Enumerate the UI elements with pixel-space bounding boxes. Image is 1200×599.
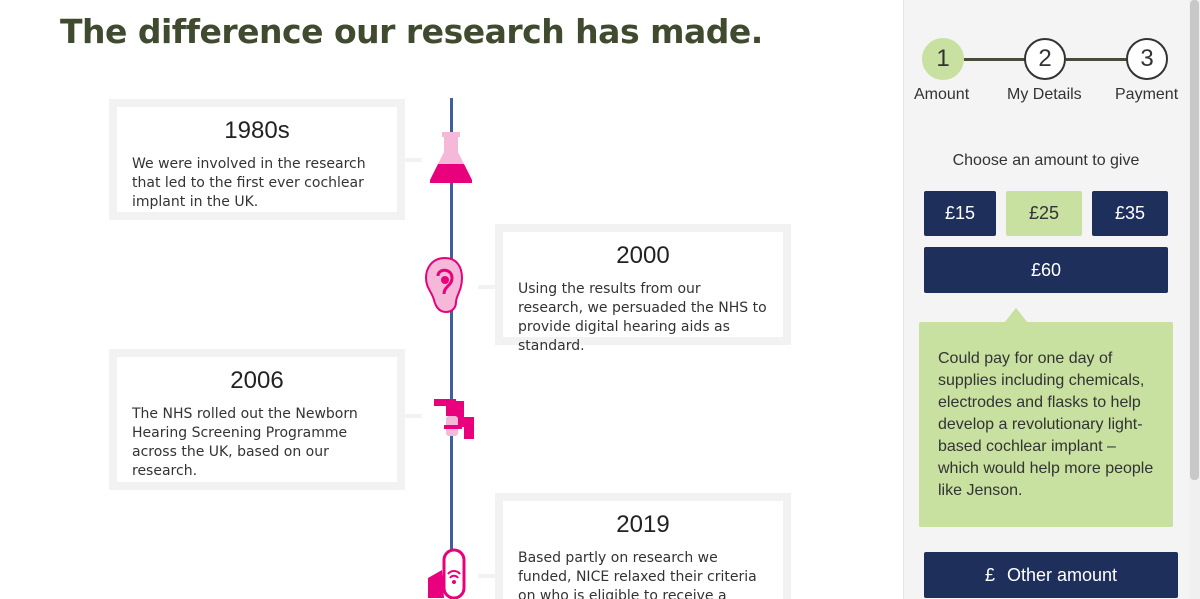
other-amount-label: Other amount bbox=[1006, 564, 1118, 585]
timeline-year: 2000 bbox=[616, 242, 670, 269]
timeline-text: The NHS rolled out the Newborn Hearing S… bbox=[132, 406, 358, 479]
stepper-line bbox=[964, 58, 1026, 61]
amount-info-box: Could pay for one day of supplies includ… bbox=[919, 322, 1173, 527]
amount-button-35[interactable]: £35 bbox=[1092, 191, 1168, 236]
amount-button-60[interactable]: £60 bbox=[924, 247, 1168, 293]
amount-button-25[interactable]: £25 bbox=[1006, 191, 1082, 236]
timeline-card-2000: 2000 Using the results from our research… bbox=[495, 224, 791, 354]
timeline-year: 2006 bbox=[230, 367, 284, 394]
timeline-text: We were involved in the research that le… bbox=[132, 156, 366, 210]
flask-icon bbox=[428, 132, 474, 184]
timeline-text: Using the results from our research, we … bbox=[518, 281, 767, 354]
amount-button-15[interactable]: £15 bbox=[924, 191, 996, 236]
scrollbar[interactable] bbox=[1189, 0, 1200, 599]
timeline-year: 1980s bbox=[224, 117, 290, 144]
timeline-card-1980s: 1980s We were involved in the research t… bbox=[109, 99, 405, 220]
timeline-year: 2019 bbox=[616, 511, 670, 538]
timeline-text: Based partly on research we funded, NICE… bbox=[518, 550, 757, 599]
stepper-line bbox=[1066, 58, 1128, 61]
step-label-amount: Amount bbox=[914, 86, 970, 103]
cochlear-implant-icon bbox=[426, 548, 468, 599]
timeline-card-2006: 2006 The NHS rolled out the Newborn Hear… bbox=[109, 349, 405, 490]
step-circle-amount[interactable]: 1 bbox=[922, 38, 964, 80]
timeline-card-2019: 2019 Based partly on research we funded,… bbox=[495, 493, 791, 599]
choose-amount-label: Choose an amount to give bbox=[952, 152, 1140, 169]
info-box-pointer bbox=[1004, 308, 1028, 323]
pound-icon: £ bbox=[984, 564, 995, 585]
donation-page: The difference our research has made. 19… bbox=[0, 0, 1200, 599]
step-label-payment: Payment bbox=[1115, 86, 1179, 103]
step-label-details: My Details bbox=[1007, 86, 1082, 103]
scrollbar-thumb[interactable] bbox=[1190, 0, 1199, 480]
page-title: The difference our research has made. bbox=[60, 12, 763, 51]
otoscope-icon bbox=[432, 395, 476, 441]
ear-icon bbox=[424, 256, 466, 314]
step-circle-details[interactable]: 2 bbox=[1024, 38, 1066, 80]
step-circle-payment[interactable]: 3 bbox=[1126, 38, 1168, 80]
other-amount-button[interactable]: £ Other amount bbox=[924, 552, 1178, 598]
